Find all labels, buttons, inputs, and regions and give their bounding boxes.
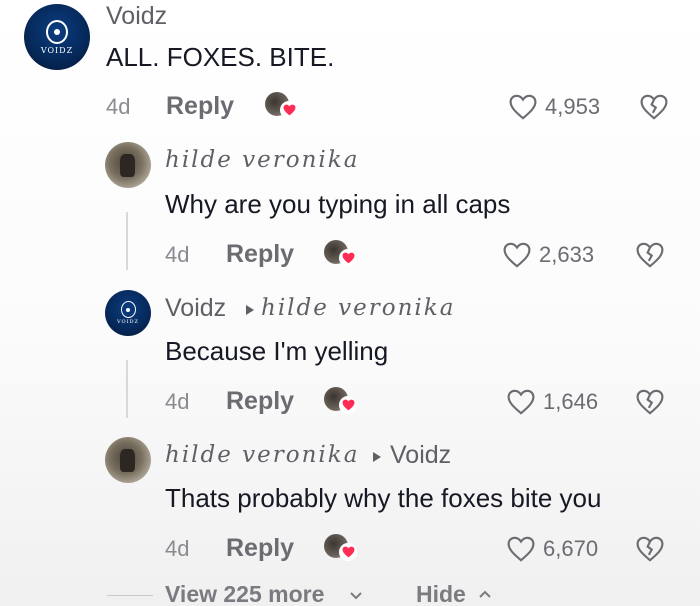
chevron-up-icon: [479, 590, 491, 598]
comment-author[interactable]: hilde veronika: [165, 442, 359, 468]
author-liked-icon: [324, 387, 358, 414]
view-more-label: View 225 more: [165, 581, 325, 606]
broken-heart-icon[interactable]: [635, 389, 665, 415]
avatar-label: VOIDZ: [40, 45, 74, 55]
like-button[interactable]: 6,670: [506, 534, 616, 564]
comment-timestamp: 4d: [165, 242, 190, 267]
comment-text: Why are you typing in all caps: [165, 189, 511, 219]
author-liked-icon: [265, 92, 299, 119]
reply-to-name[interactable]: hilde veronika: [261, 295, 455, 321]
like-count: 1,646: [543, 389, 599, 414]
hide-label: Hide: [416, 581, 466, 606]
reply-button[interactable]: Reply: [226, 534, 294, 563]
voidz-logo-ring-icon: [120, 301, 136, 318]
reply-button[interactable]: Reply: [166, 92, 234, 121]
comment-author[interactable]: Voidz: [106, 2, 167, 31]
heart-outline-icon: [509, 94, 537, 120]
reply-button[interactable]: Reply: [226, 240, 294, 269]
hide-button[interactable]: Hide: [416, 581, 506, 606]
comment-timestamp: 4d: [165, 389, 190, 414]
like-button[interactable]: 1,646: [506, 387, 616, 417]
thread-line: [126, 360, 128, 418]
avatar-voidz[interactable]: VOIDZ: [105, 290, 151, 336]
heart-outline-icon: [507, 536, 535, 562]
broken-heart-icon[interactable]: [635, 242, 665, 268]
heart-outline-icon: [503, 242, 531, 268]
like-button[interactable]: 4,953: [508, 92, 618, 122]
chevron-down-icon: [350, 592, 362, 600]
comment-timestamp: 4d: [165, 536, 190, 561]
author-liked-icon: [324, 534, 358, 561]
broken-heart-icon[interactable]: [635, 536, 665, 562]
comment-text: ALL. FOXES. BITE.: [106, 42, 335, 72]
comment-author[interactable]: hilde veronika: [165, 147, 359, 173]
thread-line: [126, 212, 128, 270]
comment-text: Thats probably why the foxes bite you: [165, 483, 602, 513]
comment-timestamp: 4d: [106, 94, 131, 119]
avatar-voidz[interactable]: VOIDZ: [24, 4, 90, 70]
broken-heart-icon[interactable]: [639, 94, 669, 120]
author-liked-icon: [324, 240, 358, 267]
triangle-right-icon: [373, 452, 381, 462]
like-count: 2,633: [539, 242, 595, 267]
avatar-hilde[interactable]: [105, 142, 151, 188]
divider-line: [107, 595, 153, 596]
reply-button[interactable]: Reply: [226, 387, 294, 416]
comment-author[interactable]: Voidz: [165, 294, 226, 323]
like-count: 6,670: [543, 536, 599, 561]
avatar-hilde[interactable]: [105, 437, 151, 483]
triangle-right-icon: [246, 305, 254, 315]
avatar-label: VOIDZ: [116, 319, 140, 325]
view-more-button[interactable]: View 225 more: [165, 581, 375, 606]
reply-to-name[interactable]: Voidz: [390, 441, 451, 470]
voidz-logo-ring-icon: [46, 19, 68, 44]
like-count: 4,953: [545, 94, 601, 119]
like-button[interactable]: 2,633: [502, 240, 612, 270]
heart-outline-icon: [507, 389, 535, 415]
comment-text: Because I'm yelling: [165, 336, 389, 366]
